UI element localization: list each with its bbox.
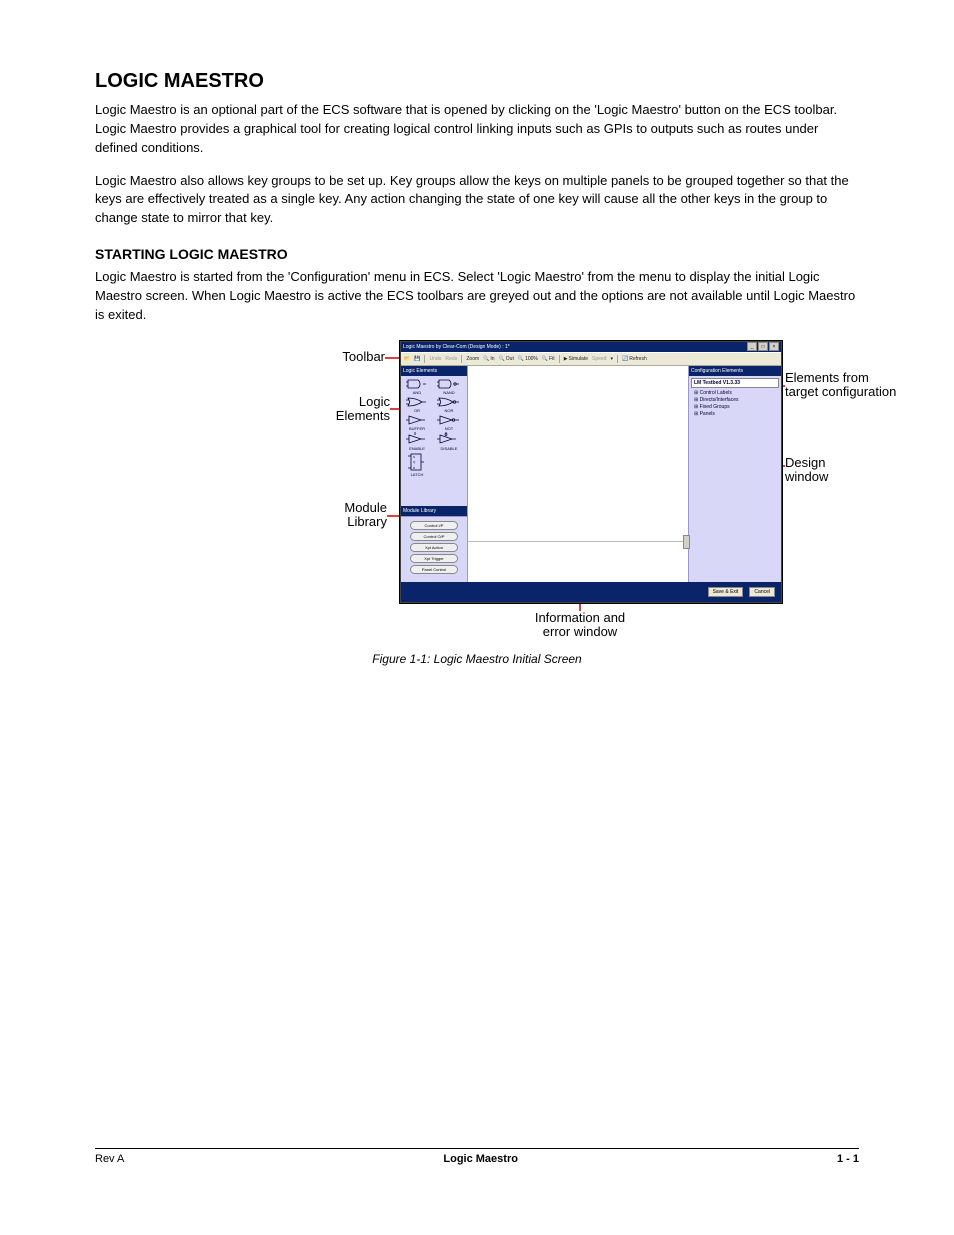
zoom-out-button[interactable]: 🔍 Out xyxy=(499,356,514,362)
zoom-pct-button[interactable]: 🔍 100% xyxy=(518,356,538,362)
minimize-button[interactable]: _ xyxy=(747,342,757,351)
intro-para-1: Logic Maestro is an optional part of the… xyxy=(95,101,859,158)
title-bar: Logic Maestro by Clear-Com (Design Mode)… xyxy=(401,342,781,352)
module-control-ip[interactable]: Control I/P xyxy=(410,521,458,530)
module-xpt-trigger[interactable]: Xpt Trigger xyxy=(410,554,458,563)
footer-right: 1 - 1 xyxy=(837,1153,859,1165)
disable-gate-icon[interactable] xyxy=(437,432,461,446)
nor-label: NOR xyxy=(445,408,454,413)
tree-item[interactable]: ⊞ Control Labels xyxy=(694,390,779,396)
zoom-fit-button[interactable]: 🔍 Fit xyxy=(542,356,555,362)
section-title: LOGIC MAESTRO xyxy=(95,70,859,93)
or-label: OR xyxy=(414,408,420,413)
app-window: Logic Maestro by Clear-Com (Design Mode)… xyxy=(400,341,782,603)
callout-module-library: Module Library xyxy=(327,501,387,530)
bottom-bar: Save & Exit Cancel xyxy=(401,582,781,602)
redo-button[interactable]: Redo xyxy=(445,356,457,362)
callout-info-text2: error window xyxy=(543,624,617,639)
enable-label: ENABLE xyxy=(409,446,425,451)
figure-logic-maestro: Toolbar Logic Elements Module Library El… xyxy=(95,341,859,671)
module-panel-control[interactable]: Panel Control xyxy=(410,565,458,574)
callout-logic-text: Logic Elements xyxy=(336,394,390,423)
callout-design-text1: Design xyxy=(785,455,825,470)
right-column: Configuration Elements LM Testbed V1.3.3… xyxy=(689,366,781,582)
config-elements-header: Configuration Elements xyxy=(689,366,781,376)
not-label: NOT xyxy=(445,426,453,431)
callout-logic-elements: Logic Elements xyxy=(320,395,390,424)
enable-gate-icon[interactable] xyxy=(406,432,428,446)
tree-item[interactable]: ⊞ Directs/Interfaces xyxy=(694,397,779,403)
cancel-button[interactable]: Cancel xyxy=(749,587,775,597)
toolbar: 📂 💾 Undo Redo Zoom 🔍 In 🔍 Out 🔍 100% 🔍 F… xyxy=(401,352,781,366)
callout-design-text2: window xyxy=(785,469,828,484)
nand-label: NAND xyxy=(443,390,454,395)
tree-item[interactable]: ⊞ Panels xyxy=(694,411,779,417)
buffer-gate-icon[interactable] xyxy=(406,414,428,426)
svg-text:S: S xyxy=(413,455,415,459)
app-title: Logic Maestro by Clear-Com (Design Mode)… xyxy=(403,344,510,350)
design-canvas[interactable] xyxy=(467,366,689,582)
config-title[interactable]: LM Testbed V1.3.33 xyxy=(691,378,779,388)
callout-toolbar: Toolbar xyxy=(325,349,385,364)
config-elements-panel: LM Testbed V1.3.33 ⊞ Control Labels ⊞ Di… xyxy=(689,376,781,582)
page-footer: Rev A Logic Maestro 1 - 1 xyxy=(95,1148,859,1165)
and-gate-icon[interactable] xyxy=(406,378,428,390)
splitter-handle[interactable] xyxy=(683,535,690,549)
callout-design-window: Design window xyxy=(785,456,865,485)
nand-gate-icon[interactable] xyxy=(437,378,461,390)
open-icon[interactable]: 📂 xyxy=(404,356,410,362)
zoom-label: Zoom xyxy=(466,356,479,362)
svg-text:Q: Q xyxy=(413,460,416,464)
and-label: AND xyxy=(413,390,421,395)
disable-label: DISABLE xyxy=(441,446,458,451)
footer-left: Rev A xyxy=(95,1153,124,1165)
tree-item[interactable]: ⊞ Fixed Groups xyxy=(694,404,779,410)
figure-caption: Figure 1-1: Logic Maestro Initial Screen xyxy=(95,652,859,666)
undo-button[interactable]: Undo xyxy=(429,356,441,362)
not-gate-icon[interactable] xyxy=(437,414,461,426)
svg-text:R: R xyxy=(413,466,416,470)
latch-gate-icon[interactable]: SQR xyxy=(408,452,426,472)
callout-info-window: Information and error window xyxy=(515,611,645,640)
logic-elements-header: Logic Elements xyxy=(401,366,467,376)
module-library-panel: Control I/P Control O/P Xpt Action Xpt T… xyxy=(401,516,467,582)
callout-elements-text1: Elements from xyxy=(785,370,869,385)
module-xpt-action[interactable]: Xpt Action xyxy=(410,543,458,552)
left-column: Logic Elements AND NAND OR NOR B xyxy=(401,366,467,582)
module-library-header: Module Library xyxy=(401,506,467,516)
latch-label: LATCH xyxy=(411,472,424,477)
nor-gate-icon[interactable] xyxy=(437,396,461,408)
close-button[interactable]: × xyxy=(769,342,779,351)
info-panel xyxy=(468,541,688,582)
callout-elements-text2: target configuration xyxy=(785,384,896,399)
buffer-label: BUFFER xyxy=(409,426,425,431)
start-para: Logic Maestro is started from the 'Confi… xyxy=(95,268,859,325)
zoom-in-button[interactable]: 🔍 In xyxy=(483,356,494,362)
logic-elements-panel: AND NAND OR NOR BUFFER NOT xyxy=(401,376,467,506)
intro-para-2: Logic Maestro also allows key groups to … xyxy=(95,172,859,229)
save-icon[interactable]: 💾 xyxy=(414,356,420,362)
callout-config-elements: Elements from target configuration xyxy=(785,371,915,400)
module-control-op[interactable]: Control O/P xyxy=(410,532,458,541)
simulate-button[interactable]: ▶ Simulate xyxy=(564,356,588,362)
subsection-title: STARTING LOGIC MAESTRO xyxy=(95,246,859,262)
refresh-button[interactable]: 🔄 Refresh xyxy=(622,356,647,362)
or-gate-icon[interactable] xyxy=(406,396,428,408)
speed-button[interactable]: Speed xyxy=(592,356,606,362)
maximize-button[interactable]: □ xyxy=(758,342,768,351)
callout-module-text: Module Library xyxy=(344,500,387,529)
footer-center: Logic Maestro xyxy=(443,1153,518,1165)
callout-info-text1: Information and xyxy=(535,610,625,625)
save-exit-button[interactable]: Save & Exit xyxy=(708,587,744,597)
